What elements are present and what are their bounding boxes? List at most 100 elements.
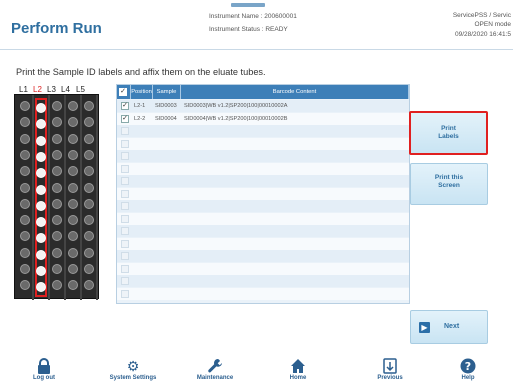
tube-slot (68, 231, 78, 242)
table-row[interactable] (117, 162, 409, 175)
lock-icon (36, 358, 52, 374)
tube-slot (20, 133, 30, 144)
table-row[interactable] (117, 200, 409, 212)
tube-slot (52, 166, 62, 177)
table-row[interactable]: ✓ L2-2 SID0004 SID0004|WB v1.2|SP200|100|00… (117, 112, 409, 125)
tube-slot (68, 149, 78, 160)
home-icon (290, 358, 306, 374)
user-name: ServicePSS / Servic (452, 12, 511, 19)
table-row[interactable] (117, 250, 409, 262)
tube-slot (36, 266, 46, 276)
row-checkbox-disabled (121, 139, 129, 148)
row-checkbox[interactable]: ✓ (121, 102, 129, 110)
tube-slot (36, 151, 46, 162)
tube-slot (52, 101, 62, 111)
rack-rail (96, 95, 98, 300)
rack-lane-l4 (67, 98, 79, 297)
lane-label-l4: L4 (61, 85, 70, 94)
tube-slot (20, 182, 30, 193)
rack-lane-l2 (35, 98, 47, 297)
home-button[interactable]: Home (258, 350, 338, 385)
previous-button[interactable]: Previous (350, 350, 430, 385)
system-settings-button[interactable]: ⚙ System Settings (93, 350, 173, 385)
tube-slot (68, 247, 78, 258)
tube-slot (20, 215, 30, 226)
gear-icon: ⚙ (126, 358, 140, 374)
tube-slot (36, 249, 46, 260)
tube-slot (84, 198, 94, 209)
cell-barcode: SID0004|WB v1.2|SP200|100|00010002B (184, 115, 288, 122)
cell-barcode: SID0003|WB v1.2|SP200|100|00010002A (184, 103, 288, 109)
column-header-sample-id: Sample ID (153, 85, 181, 109)
table-row[interactable] (117, 175, 409, 187)
row-checkbox-disabled (121, 252, 129, 260)
logout-button[interactable]: Log out (4, 350, 84, 385)
row-checkbox-disabled (121, 214, 129, 223)
table-row[interactable] (117, 237, 409, 250)
datetime: 09/28/2020 16:41:5 (454, 31, 511, 38)
rack-rail (48, 95, 50, 300)
table-row[interactable] (117, 125, 409, 137)
tube-slot (84, 280, 94, 291)
tube-slot (20, 264, 30, 274)
select-all-checkbox[interactable]: ✓ (119, 88, 127, 96)
table-row[interactable] (117, 150, 409, 162)
header-tab[interactable] (231, 3, 265, 7)
next-button[interactable]: ▶ Next (410, 310, 488, 344)
home-label: Home (289, 375, 307, 381)
row-checkbox-disabled (121, 239, 129, 248)
row-checkbox-disabled (121, 164, 129, 173)
help-button[interactable]: ? Help (428, 350, 508, 385)
print-labels-button[interactable]: Print Labels (409, 111, 488, 155)
help-label: Help (461, 375, 475, 381)
tube-slot (84, 182, 94, 193)
print-screen-button[interactable]: Print this Screen (410, 163, 488, 205)
tube-slot (36, 119, 46, 130)
table-row[interactable] (117, 287, 409, 300)
tube-slot (52, 247, 62, 258)
maintenance-label: Maintenance (196, 375, 234, 381)
tube-slot (68, 280, 78, 291)
row-checkbox-disabled (121, 289, 129, 298)
row-checkbox-disabled (121, 227, 129, 235)
mode-indicator: OPEN mode (474, 21, 512, 28)
print-labels-line2: Labels (438, 133, 459, 140)
tube-slot (20, 198, 30, 209)
table-row[interactable] (117, 212, 409, 225)
tube-slot (52, 264, 62, 274)
tube-slot (84, 149, 94, 160)
instrument-name: Instrument Name : 200600001 (209, 13, 297, 20)
row-checkbox[interactable]: ✓ (121, 114, 129, 123)
tube-slot (52, 149, 62, 160)
table-row[interactable] (117, 275, 409, 287)
tube-slot (84, 264, 94, 274)
tube-slot (68, 117, 78, 128)
table-row[interactable] (117, 137, 409, 150)
tube-slot (52, 215, 62, 226)
arrow-right-icon: ▶ (419, 322, 430, 333)
print-screen-line1: Print this (434, 174, 464, 181)
table-row[interactable]: ✓ L2-1 SID0003 SID0003|WB v1.2|SP200|100|00… (117, 100, 409, 112)
rack-rail (32, 95, 34, 300)
lane-label-l1: L1 (19, 85, 28, 94)
tube-slot (36, 233, 46, 244)
row-checkbox-disabled (121, 189, 129, 198)
lane-label-l5: L5 (76, 85, 85, 94)
table-row[interactable] (117, 225, 409, 237)
tube-slot (68, 133, 78, 144)
system-settings-label: System Settings (109, 375, 157, 381)
logout-label: Log out (33, 375, 55, 381)
maintenance-button[interactable]: Maintenance (175, 350, 255, 385)
print-screen-line2: Screen (438, 182, 460, 189)
next-label: Next (444, 323, 460, 330)
row-checkbox-disabled (121, 202, 129, 210)
table-row[interactable] (117, 187, 409, 200)
tube-slot (36, 103, 46, 113)
row-checkbox-disabled (121, 277, 129, 285)
tube-slot (84, 231, 94, 242)
tube-slot (68, 182, 78, 193)
cell-sample-id: SID0004 (155, 115, 177, 122)
tube-slot (84, 166, 94, 177)
table-row[interactable] (117, 262, 409, 275)
column-header-barcode: Barcode Content (181, 85, 409, 99)
